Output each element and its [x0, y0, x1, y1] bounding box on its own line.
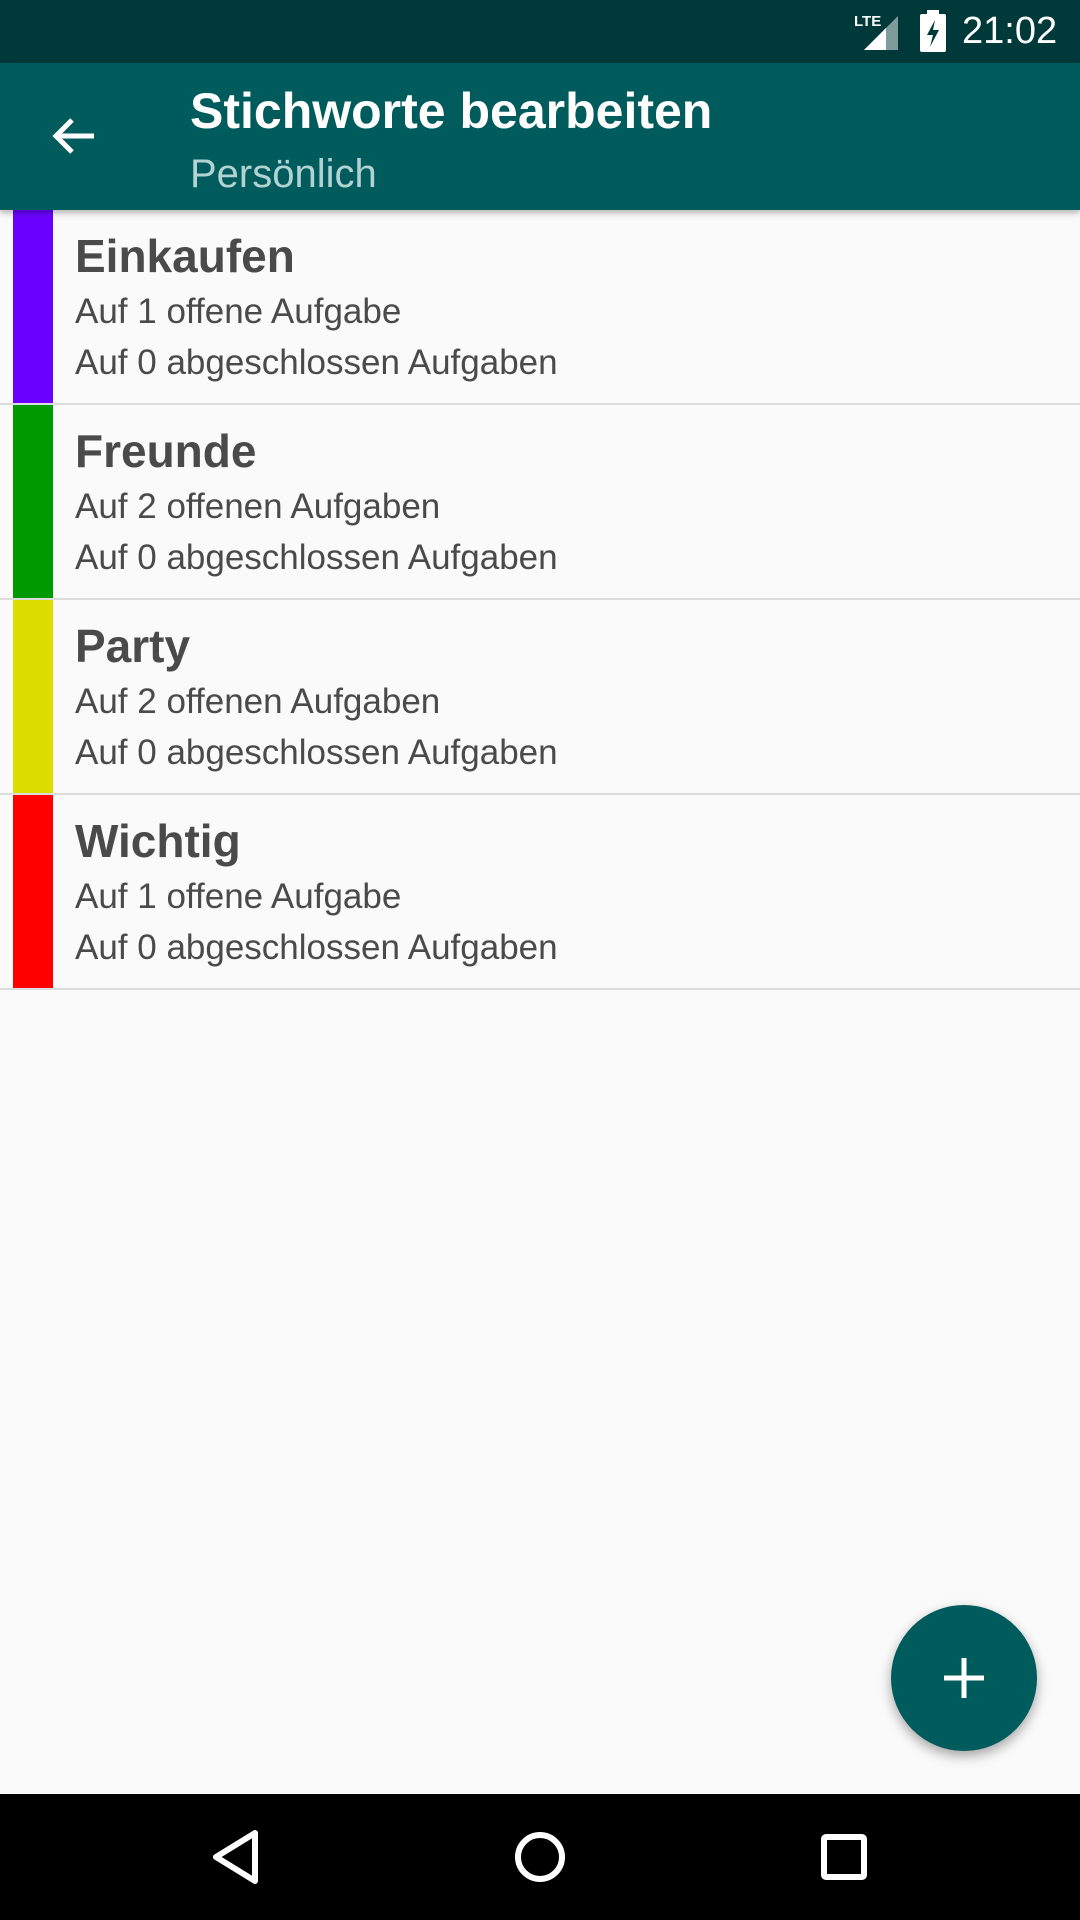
nav-home-circle-icon: [515, 1832, 565, 1882]
tag-color-bar: [13, 210, 53, 403]
tag-done-count: Auf 0 abgeschlossen Aufgaben: [75, 538, 558, 577]
tag-row-wichtig[interactable]: Wichtig Auf 1 offene Aufgabe Auf 0 abges…: [0, 795, 1080, 990]
battery-charging-icon: [920, 10, 946, 52]
nav-back-triangle-icon: [213, 1830, 258, 1884]
page-title: Stichworte bearbeiten: [190, 83, 713, 139]
lte-signal-icon: LTE: [854, 13, 898, 50]
tag-name: Einkaufen: [75, 230, 295, 282]
app-bar: Stichworte bearbeiten Persönlich: [0, 63, 1080, 210]
tag-done-count: Auf 0 abgeschlossen Aufgaben: [75, 343, 558, 382]
nav-recents-button[interactable]: [809, 1822, 879, 1892]
tag-list: Einkaufen Auf 1 offene Aufgabe Auf 0 abg…: [0, 210, 1080, 990]
tag-open-count: Auf 2 offenen Aufgaben: [75, 487, 441, 526]
tag-name: Wichtig: [75, 815, 241, 867]
status-bar: LTE 21:02: [0, 0, 1080, 63]
tag-done-count: Auf 0 abgeschlossen Aufgaben: [75, 928, 558, 967]
svg-text:LTE: LTE: [854, 13, 881, 30]
plus-icon: [944, 1658, 984, 1698]
tag-name: Freunde: [75, 425, 257, 477]
tag-done-count: Auf 0 abgeschlossen Aufgaben: [75, 733, 558, 772]
nav-home-button[interactable]: [505, 1822, 575, 1892]
page-subtitle: Persönlich: [190, 152, 377, 196]
clock: 21:02: [962, 10, 1058, 52]
nav-recents-square-icon: [821, 1834, 867, 1880]
tag-open-count: Auf 2 offenen Aufgaben: [75, 682, 441, 721]
tag-color-bar: [13, 600, 53, 793]
navigation-bar: [0, 1794, 1080, 1920]
tag-color-bar: [13, 405, 53, 598]
tag-name: Party: [75, 620, 191, 672]
arrow-back-icon: [52, 118, 94, 154]
nav-back-button[interactable]: [201, 1822, 271, 1892]
tag-row-party[interactable]: Party Auf 2 offenen Aufgaben Auf 0 abges…: [0, 600, 1080, 795]
tag-open-count: Auf 1 offene Aufgabe: [75, 292, 402, 331]
tag-row-freunde[interactable]: Freunde Auf 2 offenen Aufgaben Auf 0 abg…: [0, 405, 1080, 600]
tag-open-count: Auf 1 offene Aufgabe: [75, 877, 402, 916]
back-button[interactable]: [34, 101, 114, 171]
tag-row-einkaufen[interactable]: Einkaufen Auf 1 offene Aufgabe Auf 0 abg…: [0, 210, 1080, 405]
tag-color-bar: [13, 795, 53, 988]
add-tag-button[interactable]: [891, 1605, 1037, 1751]
